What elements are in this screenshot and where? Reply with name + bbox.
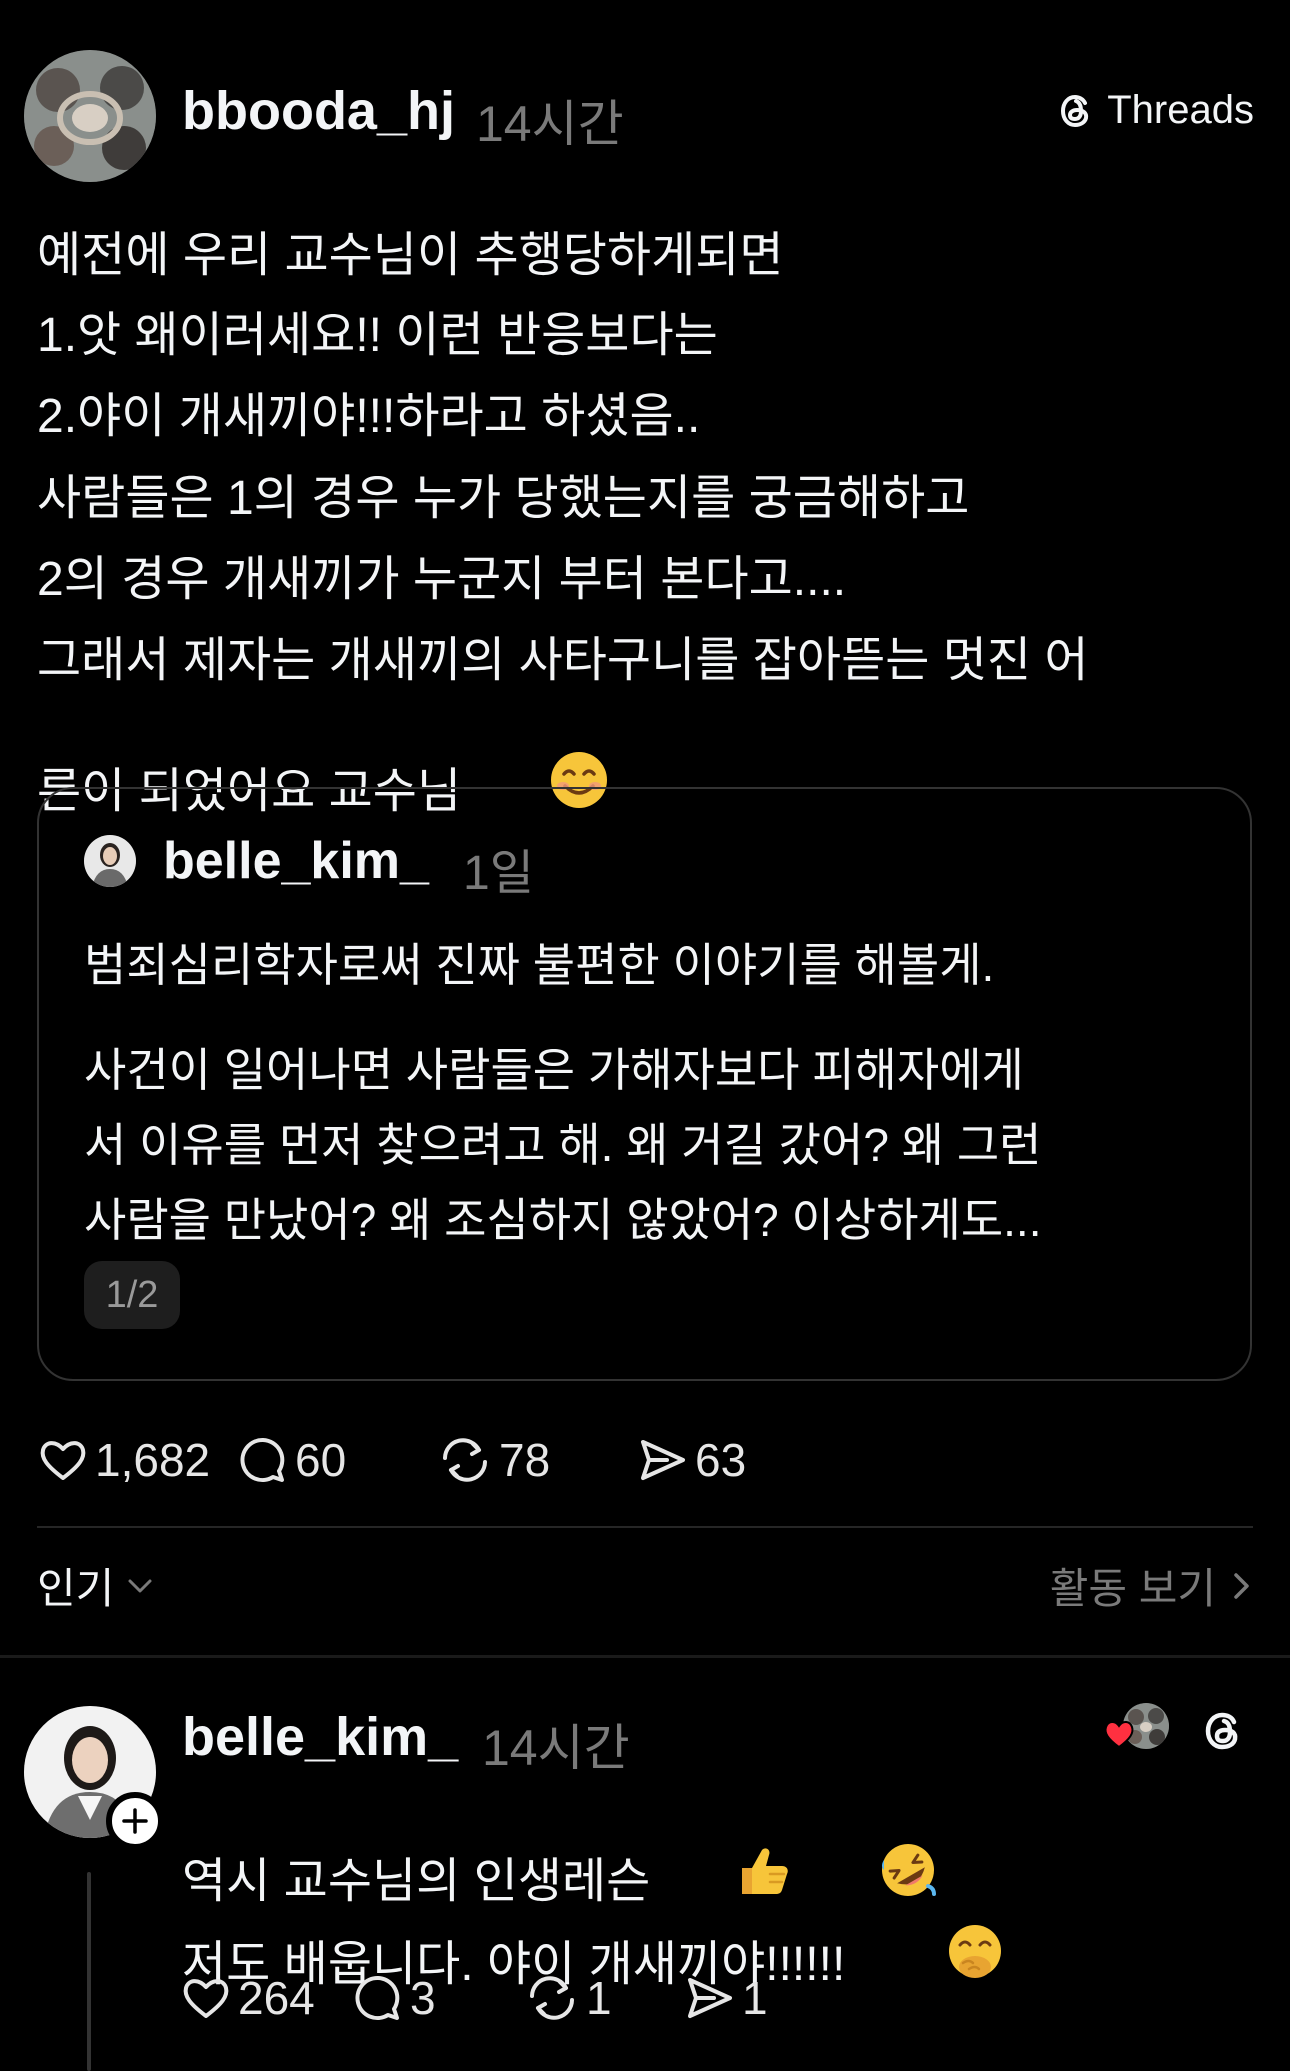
view-activity-link[interactable]: 활동 보기 xyxy=(1050,1555,1254,1616)
reply-author-name[interactable]: belle_kim_ xyxy=(182,1706,458,1768)
share-button[interactable]: 63 xyxy=(637,1433,837,1487)
post-line-6: 그래서 제자는 개새끼의 사타구니를 잡아뜯는 멋진 어 xyxy=(37,634,1089,687)
quote-page-indicator: 1/2 xyxy=(84,1261,180,1329)
quote-line-1: 범죄심리학자로써 진짜 불편한 이야기를 해볼게. xyxy=(84,939,995,991)
plus-icon xyxy=(122,1808,148,1834)
reply-like-button[interactable]: 264 xyxy=(180,1971,352,2025)
share-icon xyxy=(688,1978,732,2018)
reply-action-row: 264 3 1 1 xyxy=(180,1968,844,2028)
threads-logo-icon xyxy=(1061,94,1089,127)
post-line-3: 2.야이 개새끼야!!!하라고 하셨음.. xyxy=(37,390,701,443)
reply-comment-count: 3 xyxy=(410,1972,436,2024)
reply-repost-count: 1 xyxy=(586,1972,612,2024)
quote-author-name[interactable]: belle_kim_ xyxy=(163,831,429,891)
post-action-row: 1,682 60 78 63 xyxy=(37,1430,837,1490)
comment-count: 60 xyxy=(295,1434,347,1486)
post-timestamp: 14시간 xyxy=(476,96,624,152)
chevron-right-icon xyxy=(1234,1572,1249,1599)
post-line-4: 사람들은 1의 경우 누가 당했는지를 궁금해하고 xyxy=(37,472,970,525)
like-button[interactable]: 1,682 xyxy=(37,1433,237,1487)
quoted-post-card[interactable]: belle_kim_ 1일 범죄심리학자로써 진짜 불편한 이야기를 해볼게. … xyxy=(37,787,1252,1381)
quote-paragraph-line-1: 사건이 일어나면 사람들은 가해자보다 피해자에게 xyxy=(84,1044,1024,1096)
reply-share-button[interactable]: 1 xyxy=(684,1971,844,2025)
comment-button[interactable]: 60 xyxy=(237,1433,437,1487)
share-count: 63 xyxy=(695,1434,747,1486)
reply-like-count: 264 xyxy=(238,1972,315,2024)
repost-button[interactable]: 78 xyxy=(437,1433,637,1487)
heart-icon xyxy=(40,1441,86,1480)
reply-comment-button[interactable]: 3 xyxy=(352,1971,524,2025)
chevron-down-icon xyxy=(128,1579,152,1592)
reply-repost-button[interactable]: 1 xyxy=(524,1971,684,2025)
like-count: 1,682 xyxy=(95,1434,211,1486)
repost-count: 78 xyxy=(499,1434,551,1486)
thread-line xyxy=(87,1872,91,2071)
quote-timestamp: 1일 xyxy=(463,847,534,900)
reply-share-count: 1 xyxy=(742,1972,768,2024)
post-line-5: 2의 경우 개새끼가 누군지 부터 본다고.... xyxy=(37,553,847,606)
post-header: bbooda_hj 14시간 Threads xyxy=(0,0,1290,200)
share-icon xyxy=(641,1440,685,1480)
sort-label: 인기 xyxy=(37,1565,115,1612)
quote-author-avatar[interactable] xyxy=(84,835,136,887)
quote-paragraph-line-2: 서 이유를 먼저 찾으려고 해. 왜 거길 갔어? 왜 그런 xyxy=(84,1119,1042,1171)
author-liked-badge xyxy=(1103,1703,1173,1751)
quote-paragraph-line-3: 사람을 만났어? 왜 조심하지 않았어? 이상하게도... xyxy=(84,1194,1042,1246)
threads-label: Threads xyxy=(1107,88,1254,132)
post-line-1: 예전에 우리 교수님이 추행당하게되면 xyxy=(37,229,784,282)
author-avatar[interactable] xyxy=(24,50,156,182)
follow-button[interactable] xyxy=(106,1792,164,1850)
comment-icon xyxy=(240,1437,285,1482)
section-divider xyxy=(0,1655,1290,1658)
reply-timestamp: 14시간 xyxy=(482,1720,630,1776)
view-activity-label: 활동 보기 xyxy=(1049,1565,1216,1612)
repost-icon xyxy=(443,1438,487,1482)
author-name[interactable]: bbooda_hj xyxy=(182,80,455,142)
face-with-hand-over-mouth-emoji-icon xyxy=(865,1868,1005,2050)
heart-icon xyxy=(183,1979,229,2018)
red-heart-icon xyxy=(1104,1721,1134,1749)
comments-sort-row: 인기 활동 보기 xyxy=(0,1555,1290,1625)
threads-brand[interactable]: Threads xyxy=(1055,88,1254,133)
sort-dropdown[interactable]: 인기 xyxy=(37,1555,156,1616)
threads-reply-icon[interactable] xyxy=(1200,1706,1248,1756)
divider xyxy=(37,1526,1253,1528)
repost-icon xyxy=(530,1976,574,2020)
post-line-2: 1.앗 왜이러세요!! 이런 반응보다는 xyxy=(37,309,718,362)
comment-icon xyxy=(355,1975,400,2020)
